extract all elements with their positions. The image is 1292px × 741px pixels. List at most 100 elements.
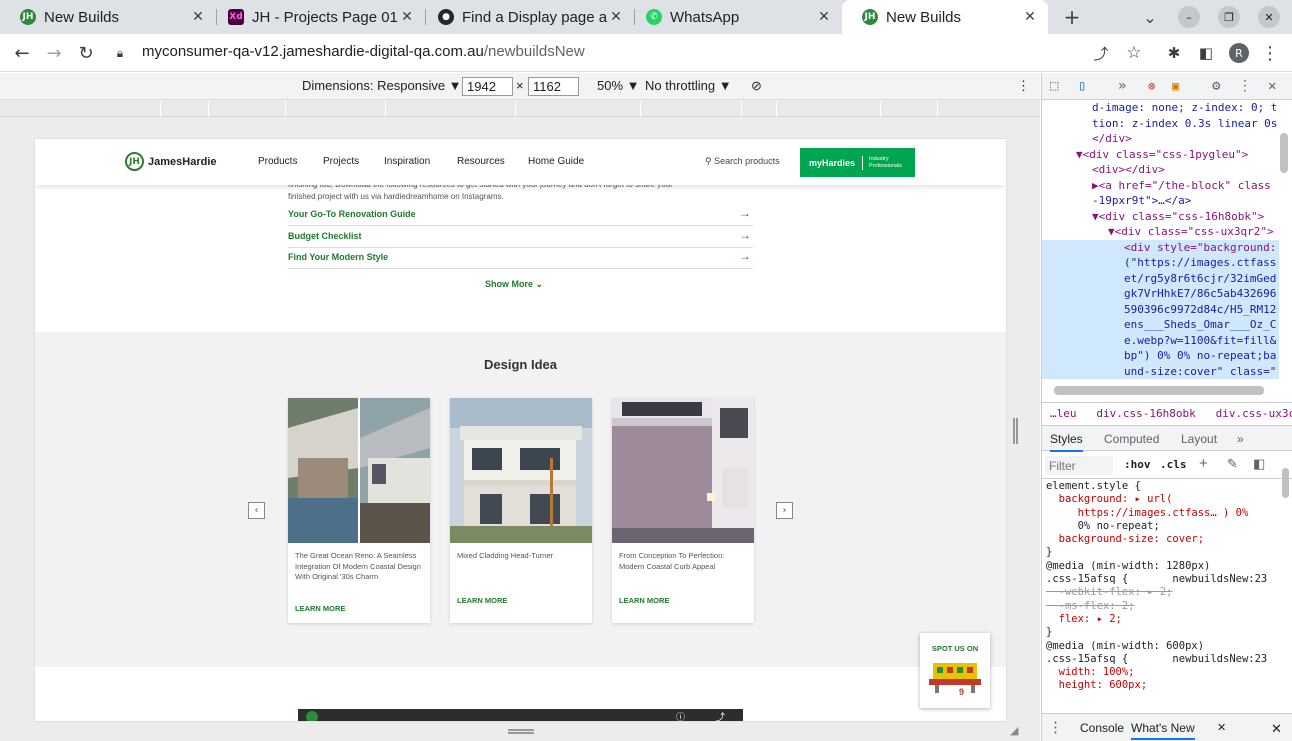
media-query-ruler[interactable] [0, 101, 1040, 117]
inspect-element-icon[interactable]: ⬚ [1050, 78, 1058, 94]
drawer-tab-whats-new[interactable]: What's New [1131, 721, 1195, 740]
lock-icon[interactable]: 🔒︎ [113, 41, 127, 65]
elements-line[interactable]: ("https://images.ctfass [1042, 255, 1279, 271]
elements-line[interactable]: gk7VrHhkE7/86c5ab432696 [1042, 286, 1279, 302]
zoom-dropdown[interactable]: 50% ▼ [597, 78, 640, 93]
toggle-sidebar-icon[interactable]: ◧ [1253, 456, 1265, 472]
elements-line[interactable]: ▼<div class="css-1pygleu"> [1042, 147, 1279, 163]
design-card[interactable]: From Conception To Perfection: Modern Co… [612, 398, 754, 623]
jameshardie-logo[interactable]: JH JamesHardie [125, 152, 217, 171]
dimensions-dropdown[interactable]: Dimensions: Responsive ▼ [302, 78, 462, 93]
device-toolbar-menu-icon[interactable]: ⋮ [1017, 78, 1030, 94]
new-tab-icon[interactable]: + [1061, 5, 1083, 29]
minimize-icon[interactable]: – [1178, 6, 1200, 28]
more-tabs-icon[interactable]: » [1118, 78, 1126, 94]
elements-line[interactable]: </div> [1042, 131, 1279, 147]
close-icon[interactable]: ✕ [816, 9, 832, 25]
forward-icon[interactable]: → [42, 41, 66, 65]
reload-icon[interactable]: ↻ [74, 41, 98, 65]
close-icon[interactable]: ✕ [608, 9, 624, 25]
profile-avatar[interactable]: R [1227, 41, 1251, 65]
resource-link-renovation-guide[interactable]: Your Go-To Renovation Guide → [288, 205, 753, 226]
drawer-menu-icon[interactable]: ⋮ [1048, 718, 1063, 736]
resize-handle-right[interactable] [1013, 418, 1018, 444]
video-embed[interactable]: ⓘ ⤴ [298, 709, 743, 721]
errors-badge-icon[interactable]: ⊗ [1148, 79, 1155, 93]
browser-tab[interactable]: Xd JH - Projects Page 01 ✕ [208, 0, 425, 34]
settings-gear-icon[interactable]: ⚙ [1212, 78, 1220, 94]
nav-resources[interactable]: Resources [457, 156, 505, 167]
design-card[interactable]: The Great Ocean Reno: A Seamless Integra… [288, 398, 430, 623]
elements-line[interactable]: ▶<a href="/the-block" class [1042, 178, 1279, 194]
drawer-tab-console[interactable]: Console [1080, 721, 1124, 735]
bookmark-star-icon[interactable]: ☆ [1122, 41, 1146, 65]
close-icon[interactable]: ✕ [399, 9, 415, 25]
cls-toggle[interactable]: .cls [1160, 458, 1187, 471]
side-panel-icon[interactable]: ◧ [1194, 41, 1218, 65]
width-input[interactable]: 1942 [462, 77, 513, 96]
browser-tab-active[interactable]: JH New Builds ✕ [842, 0, 1048, 34]
close-icon[interactable]: ✕ [1022, 9, 1038, 25]
rotate-icon[interactable]: ⊘ [751, 78, 762, 94]
learn-more-link[interactable]: LEARN MORE [619, 596, 669, 605]
learn-more-link[interactable]: LEARN MORE [295, 604, 345, 613]
styles-filter-input[interactable] [1045, 456, 1113, 475]
elements-line[interactable]: -19pxr9t">…</a> [1042, 193, 1279, 209]
hov-toggle[interactable]: :hov [1124, 458, 1151, 471]
elements-line[interactable]: und-size:cover" class=" [1042, 363, 1279, 379]
height-input[interactable]: 1162 [528, 77, 579, 96]
resize-handle-bottom[interactable] [508, 729, 534, 734]
carousel-prev-button[interactable]: ‹ [248, 502, 265, 519]
elements-line[interactable]: e.webp?w=1100&fit=fill& [1042, 332, 1279, 348]
elements-line[interactable]: bp") 0% 0% no-repeat;ba [1042, 348, 1279, 364]
elements-line[interactable]: <div></div> [1042, 162, 1279, 178]
search-products[interactable]: ⚲ Search products [705, 156, 780, 167]
new-rule-plus-icon[interactable]: + [1199, 455, 1208, 472]
device-toggle-icon[interactable]: ▯ [1078, 78, 1086, 94]
share-icon[interactable]: ⤴ [716, 710, 725, 721]
browser-tab[interactable]: ✆ WhatsApp ✕ [626, 0, 842, 34]
close-window-icon[interactable]: ✕ [1258, 6, 1280, 28]
tab-layout[interactable]: Layout [1181, 432, 1217, 446]
extensions-puzzle-icon[interactable]: ✱ [1162, 41, 1186, 65]
tab-styles[interactable]: Styles [1050, 432, 1083, 452]
elements-tree[interactable]: d-image: none; z-index: 0; t tion: z-inde… [1042, 100, 1279, 382]
breadcrumb-item[interactable]: …leu [1050, 407, 1077, 420]
horizontal-scrollbar[interactable] [1054, 386, 1264, 395]
nav-home-guide[interactable]: Home Guide [528, 156, 584, 167]
resize-corner-icon[interactable]: ◢ [1010, 724, 1018, 737]
close-devtools-icon[interactable]: ✕ [1268, 78, 1276, 94]
warnings-badge-icon[interactable]: ▣ [1172, 79, 1179, 93]
breadcrumb-item[interactable]: div.css-ux3c [1216, 407, 1292, 420]
browser-menu-icon[interactable]: ⋮ [1258, 41, 1282, 65]
tab-more[interactable]: » [1237, 432, 1244, 446]
paint-roller-icon[interactable]: ✎ [1227, 456, 1238, 472]
nav-inspiration[interactable]: Inspiration [384, 156, 430, 167]
tab-computed[interactable]: Computed [1104, 432, 1159, 446]
close-icon[interactable]: ✕ [1217, 721, 1226, 734]
elements-line[interactable]: et/rg5y8r6t6cjr/32imGed [1042, 270, 1279, 286]
styles-rules[interactable]: element.style { background: ▸ url( https… [1046, 480, 1280, 715]
throttling-dropdown[interactable]: No throttling ▼ [645, 78, 732, 93]
breadcrumb-item[interactable]: div.css-16h8obk [1096, 407, 1195, 420]
tab-search-chevron-icon[interactable]: ⌄ [1139, 6, 1161, 28]
info-icon[interactable]: ⓘ [676, 710, 685, 721]
back-icon[interactable]: ← [10, 41, 34, 65]
elements-line[interactable]: ▼<div class="css-ux3qr2"> [1042, 224, 1279, 240]
resource-link-modern-style[interactable]: Find Your Modern Style → [288, 248, 753, 269]
close-icon[interactable]: ✕ [190, 9, 206, 25]
learn-more-link[interactable]: LEARN MORE [457, 596, 507, 605]
design-card[interactable]: Mixed Cladding Head-Turner LEARN MORE [450, 398, 592, 623]
resource-link-budget-checklist[interactable]: Budget Checklist → [288, 227, 753, 248]
browser-tab[interactable]: ● Find a Display page a ✕ [418, 0, 634, 34]
vertical-scrollbar[interactable] [1280, 133, 1288, 173]
styles-scrollbar[interactable] [1282, 468, 1289, 498]
show-more-button[interactable]: Show More ⌄ [485, 279, 543, 290]
elements-line[interactable]: tion: z-index 0.3s linear 0s [1042, 116, 1279, 132]
spot-us-on-badge[interactable]: SPOT US ON 9 [920, 633, 990, 708]
carousel-next-button[interactable]: › [776, 502, 793, 519]
elements-line[interactable]: d-image: none; z-index: 0; t [1042, 100, 1279, 116]
close-drawer-icon[interactable]: ✕ [1271, 721, 1282, 737]
elements-line[interactable]: ▼<div class="css-16h8obk"> [1042, 209, 1279, 225]
nav-projects[interactable]: Projects [323, 156, 359, 167]
